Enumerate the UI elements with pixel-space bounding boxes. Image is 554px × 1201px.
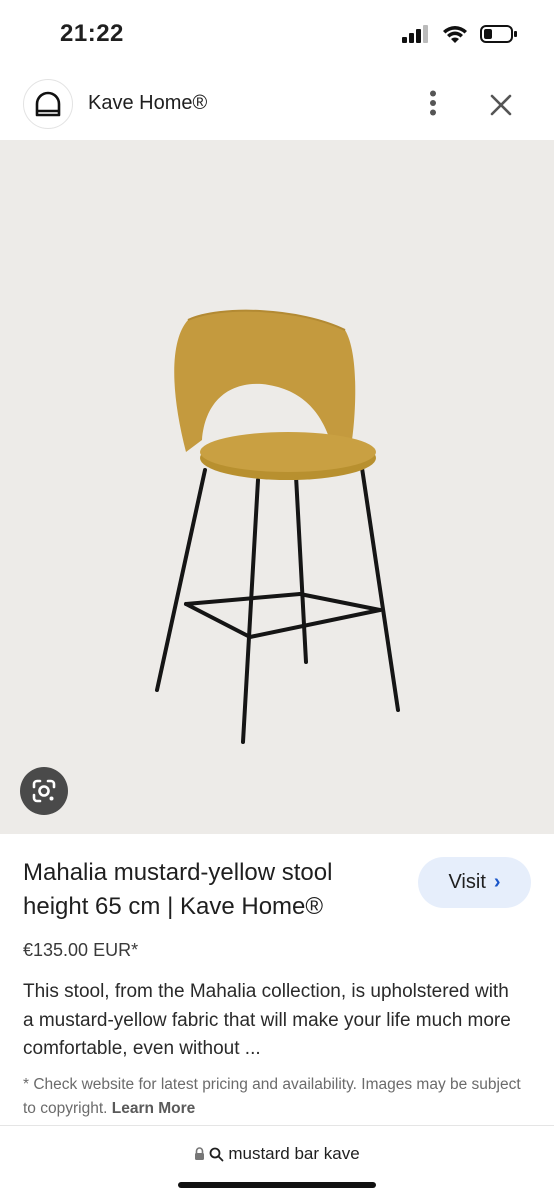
status-time: 21:22 [60, 20, 124, 47]
product-title[interactable]: Mahalia mustard-yellow stool height 65 c… [23, 856, 403, 924]
more-vert-icon [430, 90, 436, 116]
signal-icon [402, 25, 428, 43]
product-description: This stool, from the Mahalia collection,… [23, 981, 511, 1059]
site-logo-icon [35, 91, 61, 117]
visit-label: Visit [448, 871, 486, 893]
address-query-row[interactable]: mustard bar kave [0, 1144, 554, 1164]
search-icon [209, 1147, 224, 1161]
address-query: mustard bar kave [228, 1144, 360, 1163]
product-image-area[interactable] [0, 140, 554, 834]
status-icons [402, 24, 518, 44]
status-bar: 21:22 [0, 0, 554, 70]
disclaimer-text: * Check website for latest pricing and a… [23, 1076, 521, 1117]
header: Kave Home® [0, 70, 554, 140]
learn-more-link[interactable]: Learn More [112, 1100, 196, 1117]
more-options-button[interactable] [418, 86, 448, 120]
site-logo[interactable] [23, 79, 73, 129]
home-indicator[interactable] [178, 1182, 376, 1188]
close-icon [490, 94, 512, 116]
close-button[interactable] [484, 88, 518, 122]
google-lens-button[interactable] [20, 767, 68, 815]
battery-icon [480, 25, 517, 43]
disclaimer: * Check website for latest pricing and a… [23, 1073, 533, 1121]
google-lens-icon [32, 779, 56, 803]
wifi-icon [443, 26, 467, 43]
product-price: €135.00 EUR* [23, 940, 139, 960]
visit-button[interactable]: Visit › [418, 857, 531, 908]
address-bar: mustard bar kave [0, 1125, 554, 1201]
product-image [155, 309, 400, 744]
chevron-right-icon: › [493, 871, 501, 893]
lock-icon [195, 1147, 205, 1160]
site-name[interactable]: Kave Home® [88, 92, 207, 115]
